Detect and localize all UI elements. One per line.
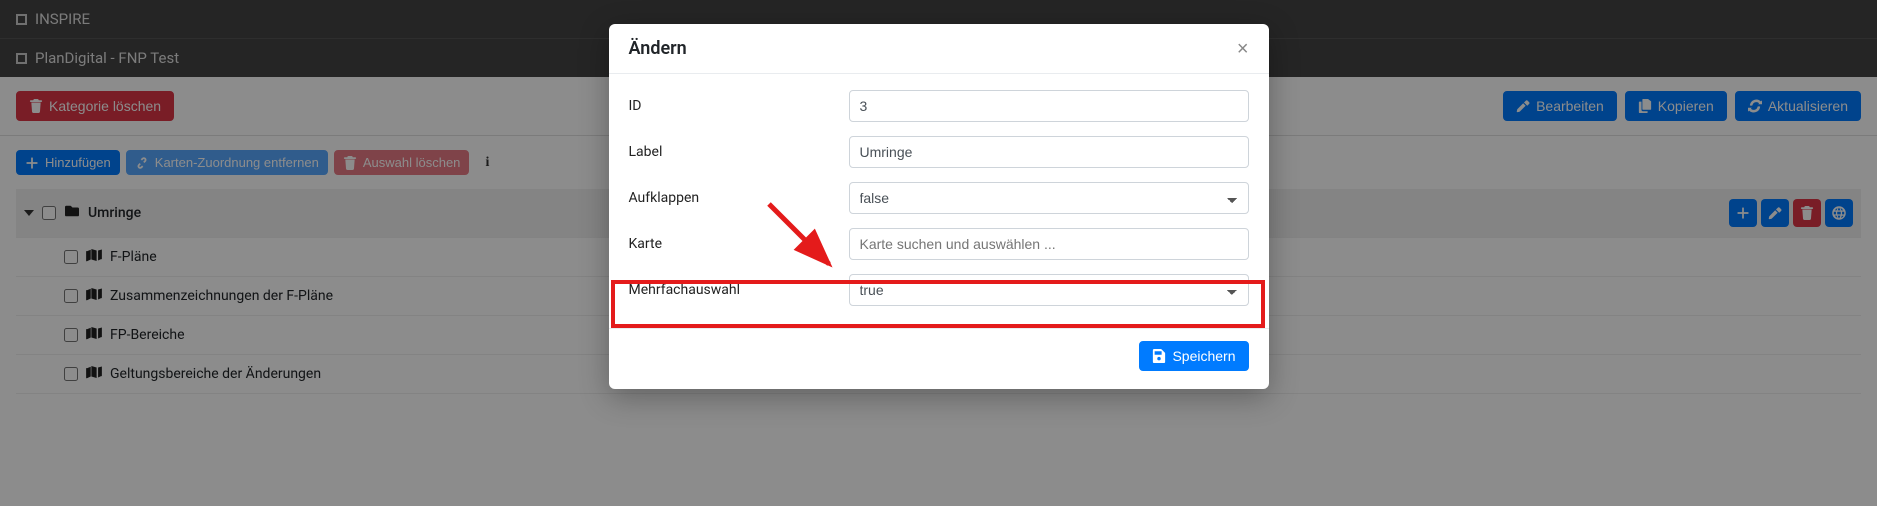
modal-title: Ändern [629, 38, 687, 59]
form-row-id: ID [629, 90, 1249, 122]
id-input[interactable] [849, 90, 1249, 122]
form-row-karte: Karte [629, 228, 1249, 260]
aufklappen-label: Aufklappen [629, 190, 849, 206]
save-label: Speichern [1172, 348, 1235, 364]
form-row-label: Label [629, 136, 1249, 168]
mehrfachauswahl-label: Mehrfachauswahl [629, 282, 849, 298]
form-row-aufklappen: Aufklappen false [629, 182, 1249, 214]
id-label: ID [629, 98, 849, 114]
save-button[interactable]: Speichern [1139, 341, 1248, 371]
aufklappen-select[interactable]: false [849, 182, 1249, 214]
mehrfachauswahl-select[interactable]: true [849, 274, 1249, 306]
edit-modal: Ändern × ID Label Aufklappen false [609, 24, 1269, 389]
save-icon [1152, 349, 1166, 363]
karte-input[interactable] [849, 228, 1249, 260]
modal-backdrop[interactable]: Ändern × ID Label Aufklappen false [0, 0, 1877, 506]
modal-close-button[interactable]: × [1237, 39, 1249, 59]
label-label: Label [629, 144, 849, 160]
form-row-mehrfachauswahl: Mehrfachauswahl true [629, 274, 1249, 306]
label-input[interactable] [849, 136, 1249, 168]
karte-label: Karte [629, 236, 849, 252]
